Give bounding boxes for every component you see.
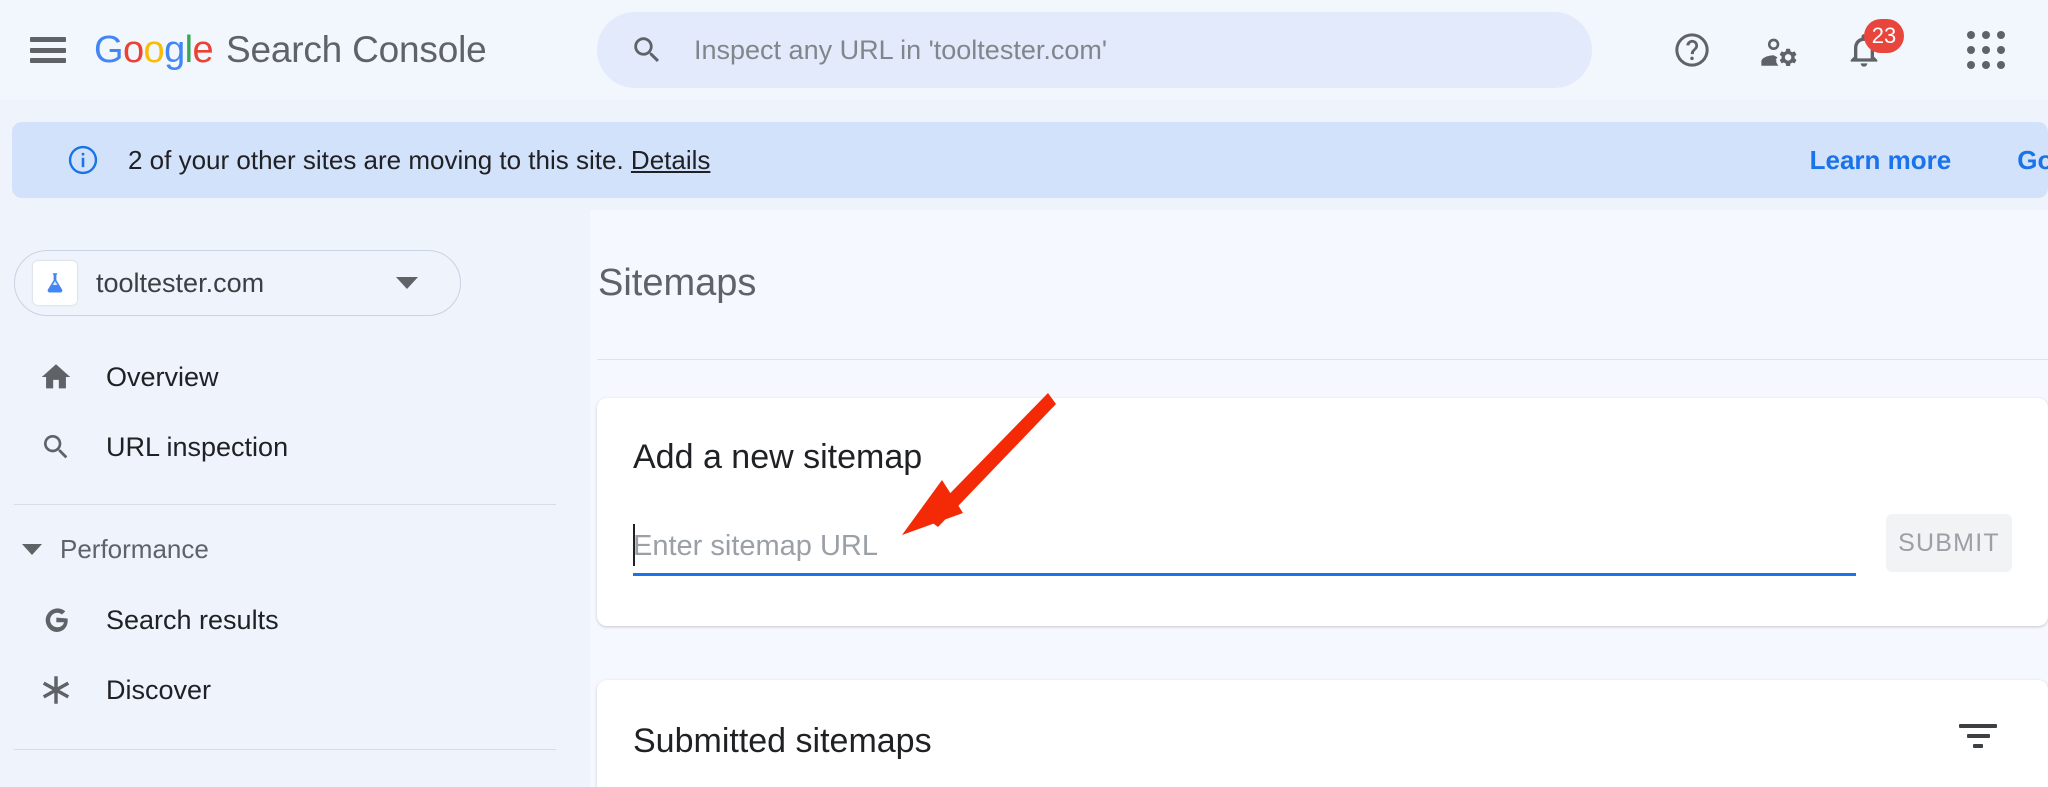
- top-bar-icons: 23: [1656, 0, 2022, 100]
- notifications-badge: 23: [1864, 19, 1904, 53]
- sidebar-item-label: Overview: [106, 361, 219, 392]
- submitted-sitemaps-card: Submitted sitemaps: [597, 680, 2048, 787]
- sidebar-item-label: Search results: [106, 604, 279, 635]
- search-input[interactable]: [694, 34, 1592, 66]
- chevron-down-icon[interactable]: [396, 277, 418, 289]
- add-sitemap-heading: Add a new sitemap: [633, 438, 923, 476]
- chevron-down-icon: [22, 543, 42, 555]
- search-icon: [34, 431, 78, 463]
- discover-asterisk-icon: [34, 672, 78, 708]
- logo-letter-g1: G: [94, 28, 124, 71]
- google-wordmark: Google: [94, 28, 214, 72]
- help-circle-icon[interactable]: [1656, 14, 1728, 86]
- page-title: Sitemaps: [598, 262, 757, 304]
- filter-icon[interactable]: [1956, 724, 2000, 762]
- sidebar-item-overview[interactable]: Overview: [0, 342, 590, 412]
- sidebar: tooltester.com Overview URL inspection P…: [0, 210, 590, 787]
- banner-message: 2 of your other sites are moving to this…: [128, 145, 710, 176]
- search-icon: [630, 33, 664, 67]
- sidebar-item-label: URL inspection: [106, 431, 289, 462]
- property-name: tooltester.com: [96, 267, 265, 298]
- info-circle-icon: [66, 143, 100, 177]
- input-focus-underline: [633, 573, 1856, 576]
- submitted-sitemaps-heading: Submitted sitemaps: [633, 722, 932, 760]
- notifications-bell-icon[interactable]: 23: [1828, 14, 1904, 86]
- sidebar-item-search-results[interactable]: Search results: [0, 585, 590, 655]
- banner-message-text: 2 of your other sites are moving to this…: [128, 144, 624, 175]
- google-g-icon: [34, 603, 78, 637]
- banner-learn-more-button[interactable]: Learn more: [1810, 145, 1952, 176]
- hamburger-menu-icon[interactable]: [30, 37, 66, 63]
- logo-letter-g2: g: [164, 28, 185, 71]
- apps-grid-dots: [1967, 31, 2005, 69]
- sitemap-url-field[interactable]: [633, 522, 1856, 576]
- sidebar-item-discover[interactable]: Discover: [0, 655, 590, 725]
- site-move-banner: 2 of your other sites are moving to this…: [12, 122, 2048, 198]
- sidebar-divider: [14, 504, 556, 505]
- sitemap-url-input[interactable]: [633, 522, 1856, 570]
- logo-letter-o2: o: [143, 28, 165, 71]
- brand-logo[interactable]: Google Search Console: [94, 28, 487, 72]
- logo-letter-o1: o: [122, 28, 144, 71]
- logo-letter-e: e: [192, 28, 213, 71]
- sidebar-item-url-inspection[interactable]: URL inspection: [0, 412, 590, 482]
- banner-actions: Learn more Got: [1744, 145, 2048, 176]
- account-settings-icon[interactable]: [1742, 14, 1814, 86]
- sidebar-group-label: Performance: [60, 533, 209, 564]
- banner-got-it-button[interactable]: Got: [2017, 145, 2048, 176]
- add-sitemap-card: Add a new sitemap SUBMIT: [597, 398, 2048, 626]
- title-divider: [597, 359, 2048, 360]
- text-cursor: [633, 524, 635, 566]
- home-icon: [34, 360, 78, 394]
- main-content: Sitemaps Add a new sitemap SUBMIT Submit…: [590, 210, 2048, 787]
- product-name: Search Console: [226, 28, 487, 70]
- sidebar-divider-bottom: [14, 749, 556, 750]
- property-selector[interactable]: tooltester.com: [14, 250, 461, 316]
- top-app-bar: Google Search Console 23: [0, 0, 2048, 100]
- google-search-console-page: Google Search Console 23: [0, 0, 2048, 787]
- add-sitemap-form: SUBMIT: [597, 514, 2048, 576]
- sidebar-item-label: Discover: [106, 674, 212, 705]
- url-inspection-search-bar[interactable]: [597, 12, 1592, 88]
- apps-grid-icon[interactable]: [1950, 14, 2022, 86]
- flask-favicon-icon: [33, 261, 77, 305]
- submit-button[interactable]: SUBMIT: [1886, 514, 2012, 572]
- sidebar-group-performance[interactable]: Performance: [0, 517, 590, 581]
- banner-details-link[interactable]: Details: [631, 145, 710, 175]
- sidebar-nav-primary: Overview URL inspection: [0, 342, 590, 482]
- sidebar-nav-performance: Search results Discover: [0, 585, 590, 725]
